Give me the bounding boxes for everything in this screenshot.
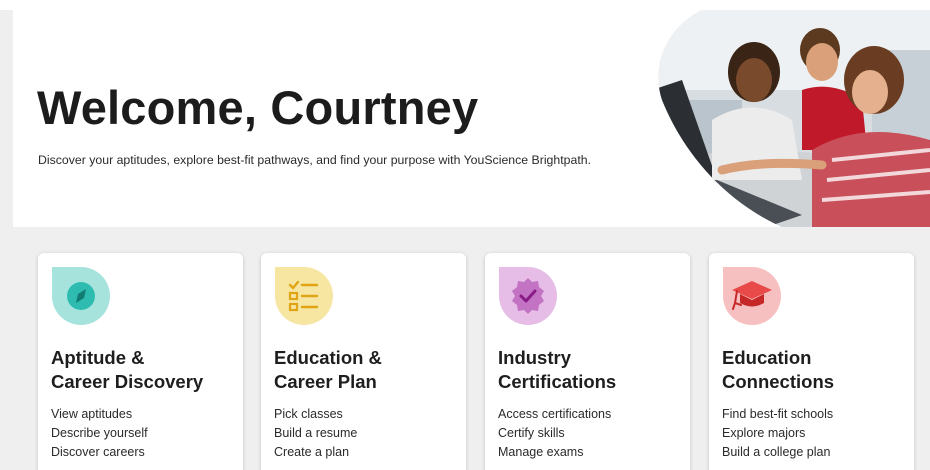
card-link-list: Access certifications Certify skills Man…	[498, 405, 611, 462]
welcome-subtitle: Discover your aptitudes, explore best-fi…	[38, 153, 591, 167]
card-link-list: Find best-fit schools Explore majors Bui…	[722, 405, 833, 462]
link-build-college-plan[interactable]: Build a college plan	[722, 443, 833, 462]
card-education-career-plan[interactable]: Education & Career Plan Pick classes Bui…	[261, 253, 466, 470]
link-discover-careers[interactable]: Discover careers	[51, 443, 148, 462]
card-industry-certifications[interactable]: Industry Certifications Access certifica…	[485, 253, 690, 470]
page-title: Welcome, Courtney	[37, 81, 479, 134]
link-build-resume[interactable]: Build a resume	[274, 424, 357, 443]
link-find-best-fit-schools[interactable]: Find best-fit schools	[722, 405, 833, 424]
graduation-cap-icon	[723, 267, 781, 325]
card-aptitude-career-discovery[interactable]: Aptitude & Career Discovery View aptitud…	[38, 253, 243, 470]
link-view-aptitudes[interactable]: View aptitudes	[51, 405, 148, 424]
certificate-badge-icon	[499, 267, 557, 325]
link-manage-exams[interactable]: Manage exams	[498, 443, 611, 462]
link-certify-skills[interactable]: Certify skills	[498, 424, 611, 443]
checklist-icon	[275, 267, 333, 325]
students-photo	[658, 10, 930, 227]
card-link-list: Pick classes Build a resume Create a pla…	[274, 405, 357, 462]
link-describe-yourself[interactable]: Describe yourself	[51, 424, 148, 443]
card-title: Aptitude & Career Discovery	[51, 347, 204, 392]
card-title: Industry Certifications	[498, 347, 617, 392]
welcome-hero: Welcome, Courtney Discover your aptitude…	[13, 10, 930, 227]
link-pick-classes[interactable]: Pick classes	[274, 405, 357, 424]
top-partial-banner	[0, 0, 930, 10]
compass-icon	[52, 267, 110, 325]
link-access-certifications[interactable]: Access certifications	[498, 405, 611, 424]
link-explore-majors[interactable]: Explore majors	[722, 424, 833, 443]
link-create-plan[interactable]: Create a plan	[274, 443, 357, 462]
card-title: Education & Career Plan	[274, 347, 382, 392]
card-title: Education Connections	[722, 347, 835, 392]
card-education-connections[interactable]: Education Connections Find best-fit scho…	[709, 253, 914, 470]
card-link-list: View aptitudes Describe yourself Discove…	[51, 405, 148, 462]
